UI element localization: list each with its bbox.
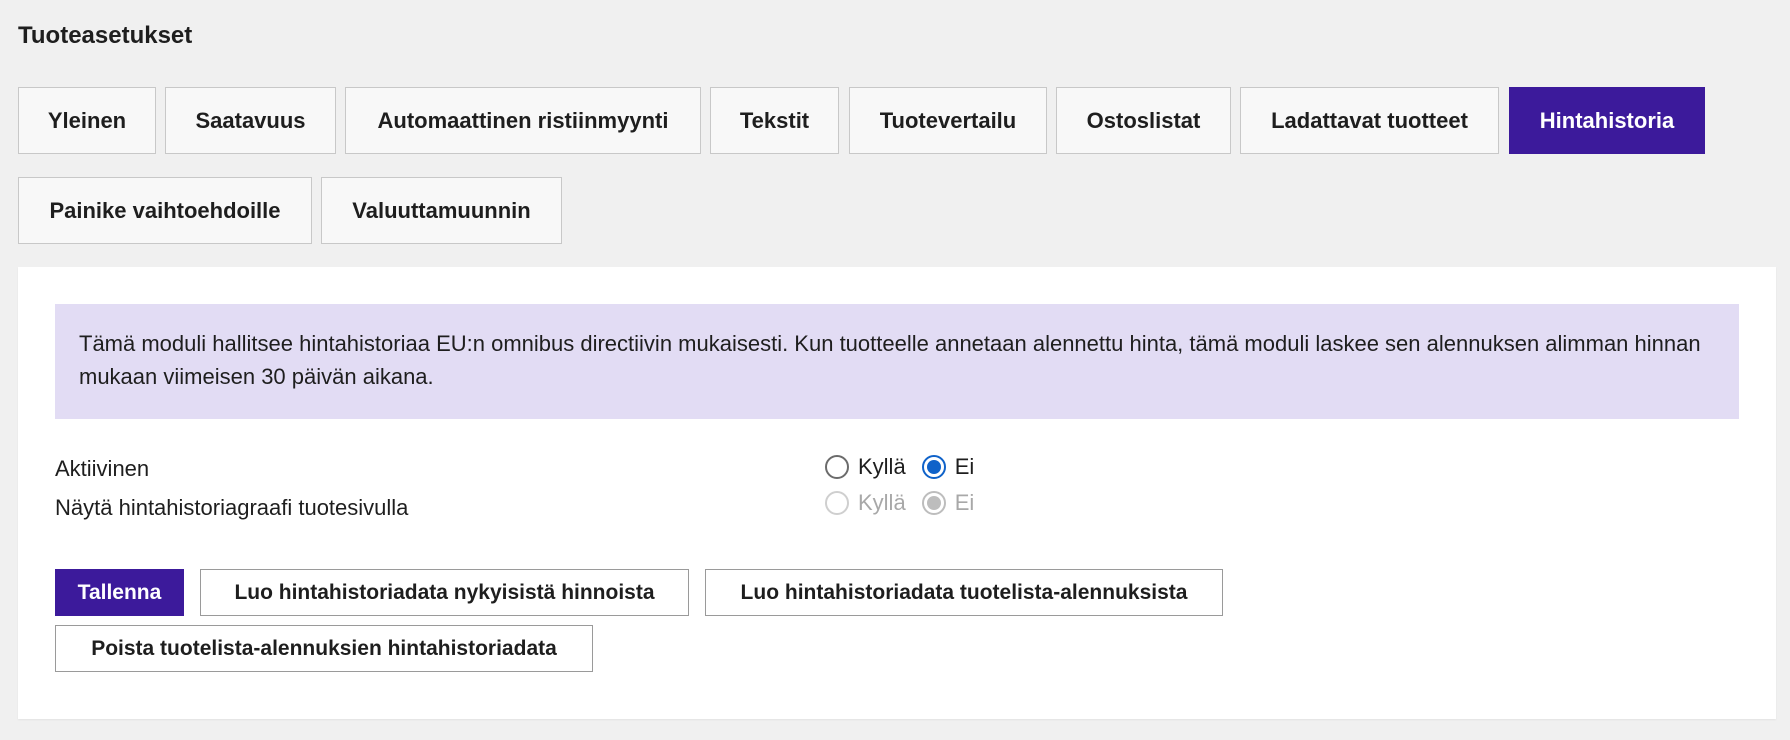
tab-ladattavat-tuotteet[interactable]: Ladattavat tuotteet (1240, 87, 1499, 154)
active-radio-group: Kyllä Ei (825, 454, 974, 480)
tab-hintahistoria[interactable]: Hintahistoria (1509, 87, 1705, 154)
tab-tekstit[interactable]: Tekstit (710, 87, 839, 154)
tab-valuuttamuunnin[interactable]: Valuuttamuunnin (321, 177, 562, 244)
page-title: Tuoteasetukset (18, 22, 193, 49)
tab-tuotevertailu[interactable]: Tuotevertailu (849, 87, 1047, 154)
tab-painike-vaihtoehdoille[interactable]: Painike vaihtoehdoille (18, 177, 312, 244)
show-graph-no-radio (921, 491, 946, 515)
active-yes-label[interactable]: Kyllä (858, 454, 906, 480)
active-no-label[interactable]: Ei (955, 454, 975, 480)
save-button[interactable]: Tallenna (55, 569, 184, 616)
tab-yleinen[interactable]: Yleinen (18, 87, 156, 154)
show-graph-yes-label: Kyllä (858, 490, 906, 515)
active-setting-label: Aktiivinen (55, 456, 150, 481)
create-from-pricelist-discounts-button[interactable]: Luo hintahistoriadata tuotelista-alennuk… (705, 569, 1223, 616)
info-notice: Tämä moduli hallitsee hintahistoriaa EU:… (55, 304, 1739, 419)
show-graph-setting-label: Näytä hintahistoriagraafi tuotesivulla (55, 495, 409, 520)
show-graph-no-label: Ei (954, 490, 975, 515)
show-graph-radio-group: Kyllä Ei (825, 490, 974, 516)
tab-automaattinen-ristiinmyynti[interactable]: Automaattinen ristiinmyynti (345, 87, 701, 154)
create-from-current-prices-button[interactable]: Luo hintahistoriadata nykyisistä hinnois… (200, 569, 689, 616)
delete-pricelist-history-button[interactable]: Poista tuotelista-alennuksien hintahisto… (55, 625, 593, 672)
show-graph-yes-radio (825, 491, 849, 515)
active-no-radio[interactable] (921, 455, 946, 479)
tab-saatavuus[interactable]: Saatavuus (165, 87, 336, 154)
tab-ostoslistat[interactable]: Ostoslistat (1056, 87, 1231, 154)
settings-panel: Tämä moduli hallitsee hintahistoriaa EU:… (18, 267, 1776, 719)
active-yes-radio[interactable] (825, 455, 849, 479)
